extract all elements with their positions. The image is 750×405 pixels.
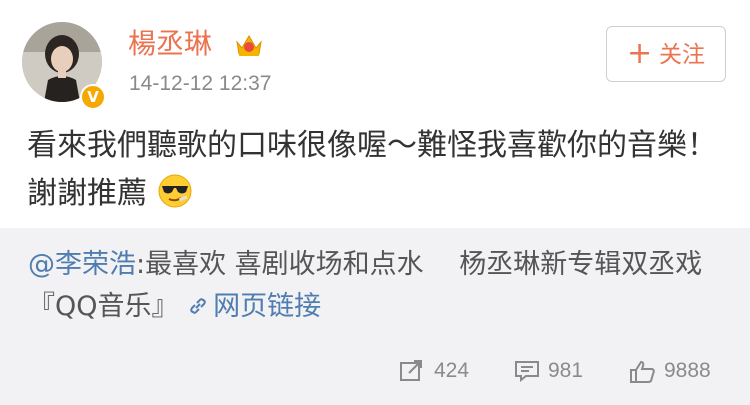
thumbs-up-icon [630, 360, 655, 383]
repost-icon [400, 360, 422, 381]
username[interactable]: 楊丞琳 [128, 26, 212, 62]
repost-card[interactable]: @李荣浩:最喜欢 喜剧收场和点水 杨丞琳新专辑双丞戏『QQ音乐』 网页链接 42… [0, 228, 750, 405]
repost-text: @李荣浩:最喜欢 喜剧收场和点水 杨丞琳新专辑双丞戏『QQ音乐』 网页链接 [28, 244, 728, 328]
like-count: 9888 [664, 359, 711, 382]
web-link-label: 网页链接 [213, 291, 322, 322]
follow-button[interactable]: + 关注 [606, 26, 726, 82]
link-icon [190, 298, 206, 314]
mention-link[interactable]: @李荣浩 [28, 249, 136, 280]
comment-button[interactable]: 981 [514, 356, 604, 386]
comment-count: 981 [548, 359, 584, 382]
verified-badge-icon: V [80, 84, 106, 110]
web-link[interactable]: 网页链接 [187, 291, 321, 322]
verified-badge-label: V [87, 88, 99, 106]
post-content: 看來我們聽歌的口味很像喔～難怪我喜歡你的音樂！謝謝推薦 [27, 122, 727, 218]
like-button[interactable]: 9888 [630, 356, 740, 386]
comment-icon [515, 361, 539, 382]
repost-button[interactable]: 424 [400, 356, 490, 386]
post-header: V 楊丞琳 14-12-12 12:37 + 关注 [0, 0, 750, 112]
post-timestamp: 14-12-12 12:37 [129, 72, 272, 95]
plus-icon: + [627, 36, 653, 71]
action-bar: 424 981 9888 [0, 346, 750, 394]
post-text: 看來我們聽歌的口味很像喔～難怪我喜歡你的音樂！謝謝推薦 [27, 128, 717, 211]
vip-crown-icon [236, 35, 262, 56]
repost-count: 424 [434, 359, 470, 382]
cool-sunglasses-emoji-icon [158, 174, 192, 208]
follow-button-label: 关注 [659, 42, 705, 68]
